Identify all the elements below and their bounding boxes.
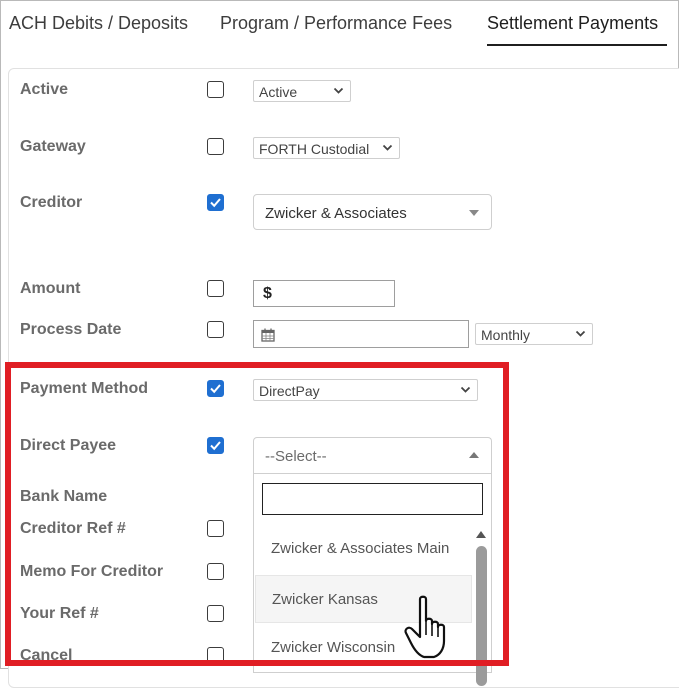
active-select[interactable]: Active — [253, 80, 351, 102]
frequency-select-value: Monthly — [481, 327, 531, 343]
active-checkbox[interactable] — [207, 81, 224, 98]
tab-ach-debits-deposits[interactable]: ACH Debits / Deposits — [9, 13, 188, 34]
creditor-checkbox[interactable] — [207, 194, 224, 211]
gateway-select[interactable]: FORTH Custodial — [253, 137, 400, 159]
amount-checkbox[interactable] — [207, 280, 224, 297]
chevron-down-icon — [575, 330, 586, 337]
amount-label: Amount — [20, 280, 81, 297]
gateway-select-value: FORTH Custodial — [259, 141, 370, 157]
currency-prefix: $ — [263, 285, 272, 302]
chevron-down-icon — [333, 87, 344, 94]
tab-settlement-payments[interactable]: Settlement Payments — [487, 13, 658, 34]
amount-input[interactable]: $ — [253, 280, 395, 307]
active-tab-indicator — [487, 44, 667, 46]
process-date-checkbox[interactable] — [207, 321, 224, 338]
calendar-icon — [261, 328, 275, 342]
caret-down-icon — [469, 210, 479, 216]
frequency-select[interactable]: Monthly — [475, 323, 593, 345]
active-select-value: Active — [259, 84, 298, 100]
checkmark-icon — [210, 198, 221, 208]
hand-pointer-icon — [404, 595, 446, 659]
gateway-label: Gateway — [20, 138, 86, 155]
process-date-label: Process Date — [20, 321, 122, 338]
creditor-select[interactable]: Zwicker & Associates — [253, 194, 492, 230]
creditor-select-value: Zwicker & Associates — [265, 205, 407, 222]
active-label: Active — [20, 81, 69, 98]
chevron-down-icon — [382, 144, 393, 151]
gateway-checkbox[interactable] — [207, 138, 224, 155]
process-date-input[interactable] — [253, 320, 469, 348]
creditor-label: Creditor — [20, 194, 83, 211]
tab-program-performance-fees[interactable]: Program / Performance Fees — [220, 13, 452, 34]
